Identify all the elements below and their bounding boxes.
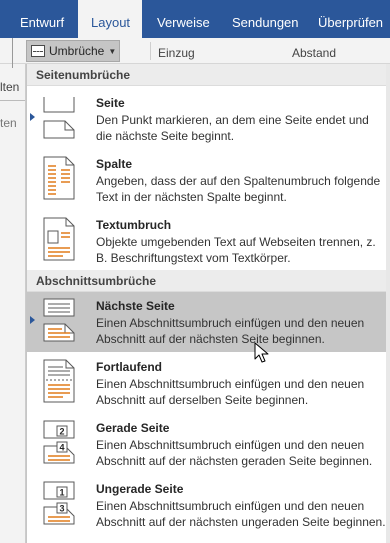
svg-text:2: 2	[59, 427, 64, 437]
breaks-icon	[31, 45, 45, 57]
tab-verweise[interactable]: Verweise	[157, 0, 221, 38]
menu-item-title: Ungerade Seite	[96, 482, 184, 496]
menu-right-edge	[386, 64, 390, 543]
tab-ueberpruefen[interactable]: Überprüfen	[318, 0, 390, 38]
indent-label: Einzug	[158, 46, 195, 60]
menu-item-title: Textumbruch	[96, 218, 172, 232]
tab-layout[interactable]: Layout	[78, 0, 142, 38]
mouse-cursor-icon	[254, 342, 269, 363]
menu-item-title: Gerade Seite	[96, 421, 170, 435]
next-page-icon	[43, 298, 75, 342]
svg-text:3: 3	[59, 504, 64, 514]
ribbon-divider	[150, 42, 151, 60]
menu-item-title: Spalte	[96, 157, 133, 171]
left-fragment-group-label: ten	[0, 116, 17, 130]
menu-item-description: Einen Abschnittsumbruch einfügen und den…	[96, 377, 365, 407]
menu-item-continuous[interactable]: Fortlaufend Einen Abschnittsumbruch einf…	[27, 353, 390, 413]
menu-item-odd-page[interactable]: 1 3 Ungerade Seite Einen Abschnittsumbru…	[27, 475, 390, 537]
menu-item-page-break[interactable]: Seite Den Punkt markieren, an dem eine S…	[27, 89, 390, 149]
menu-item-even-page[interactable]: 2 4 Gerade Seite Einen Abschnittsumbruch…	[27, 414, 390, 474]
breaks-label: Umbrüche	[49, 44, 105, 58]
menu-item-column-break[interactable]: Spalte Angeben, dass der auf den Spalten…	[27, 150, 390, 210]
left-fragment-text: lten	[0, 80, 20, 94]
breaks-button[interactable]: Umbrüche ▼	[26, 40, 120, 62]
section-header-page-breaks: Seitenumbrüche	[27, 64, 390, 86]
left-divider	[0, 100, 25, 101]
tab-sendungen[interactable]: Sendungen	[232, 0, 302, 38]
chevron-down-icon: ▼	[108, 46, 117, 56]
menu-item-title: Seite	[96, 96, 125, 110]
page-break-icon	[43, 97, 75, 139]
menu-item-description: Den Punkt markieren, an dem eine Seite e…	[96, 113, 369, 143]
menu-item-title: Nächste Seite	[96, 299, 175, 313]
menu-item-text-wrapping[interactable]: Textumbruch Objekte umgebenden Text auf …	[27, 211, 390, 273]
menu-item-description: Angeben, dass der auf den Spaltenumbruch…	[96, 174, 381, 204]
ribbon-left-fragment: lten ten	[0, 64, 26, 543]
odd-page-icon: 1 3	[43, 481, 75, 525]
menu-item-description: Einen Abschnittsumbruch einfügen und den…	[96, 438, 373, 468]
selection-marker-icon	[30, 316, 35, 324]
menu-item-title: Fortlaufend	[96, 360, 162, 374]
selection-marker-icon	[30, 113, 35, 121]
continuous-icon	[43, 359, 75, 403]
column-break-icon	[43, 156, 75, 200]
breaks-dropdown-menu: Seitenumbrüche Seite Den Punkt markieren…	[26, 64, 390, 543]
svg-text:1: 1	[59, 488, 64, 498]
spacing-label: Abstand	[292, 46, 337, 60]
left-ruler-line	[12, 38, 13, 68]
menu-item-description: Einen Abschnittsumbruch einfügen und den…	[96, 499, 386, 529]
menu-item-description: Einen Abschnittsumbruch einfügen und den…	[96, 316, 365, 346]
menu-item-next-page[interactable]: Nächste Seite Einen Abschnittsumbruch ei…	[27, 292, 390, 352]
svg-text:4: 4	[59, 443, 64, 453]
section-header-section-breaks: Abschnittsumbrüche	[27, 270, 390, 292]
menu-item-description: Objekte umgebenden Text auf Webseiten tr…	[96, 235, 376, 265]
ribbon-tab-bar: Entwurf Layout Verweise Sendungen Überpr…	[0, 0, 390, 38]
even-page-icon: 2 4	[43, 420, 75, 464]
text-wrapping-icon	[43, 217, 75, 261]
tab-entwurf[interactable]: Entwurf	[20, 0, 76, 38]
